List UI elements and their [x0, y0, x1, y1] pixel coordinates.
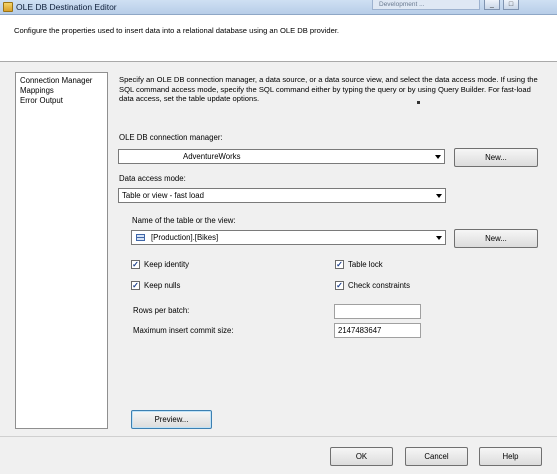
- table-lock-label: Table lock: [348, 260, 383, 269]
- max-commit-size-label: Maximum insert commit size:: [133, 326, 234, 335]
- cursor-marker: [417, 101, 420, 104]
- dropdown-arrow-icon: [435, 155, 441, 159]
- minimize-button[interactable]: _: [484, 0, 500, 10]
- connection-manager-label: OLE DB connection manager:: [119, 133, 223, 142]
- rows-per-batch-label: Rows per batch:: [133, 306, 190, 315]
- nav-item-mappings[interactable]: Mappings: [20, 86, 54, 95]
- keep-identity-label: Keep identity: [144, 260, 190, 269]
- keep-identity-checkbox[interactable]: ✓: [131, 260, 140, 269]
- table-icon: [136, 234, 145, 241]
- keep-nulls-checkbox[interactable]: ✓: [131, 281, 140, 290]
- max-commit-size-value: 2147483647: [338, 326, 382, 335]
- app-icon: [3, 2, 13, 12]
- page-navigation-list[interactable]: Connection Manager Mappings Error Output: [15, 72, 108, 429]
- preview-button[interactable]: Preview...: [131, 410, 212, 429]
- page-description: Specify an OLE DB connection manager, a …: [119, 75, 538, 104]
- access-mode-label: Data access mode:: [119, 174, 186, 183]
- new-table-button[interactable]: New...: [454, 229, 538, 248]
- keep-nulls-label: Keep nulls: [144, 281, 181, 290]
- table-name-dropdown[interactable]: [Production].[Bikes]: [131, 230, 446, 245]
- dialog-footer: [0, 437, 557, 474]
- header-description: Configure the properties used to insert …: [14, 26, 340, 35]
- nav-item-connection-manager[interactable]: Connection Manager: [20, 76, 92, 85]
- background-window-tab[interactable]: Development ...: [372, 0, 480, 10]
- dropdown-arrow-icon: [436, 236, 442, 240]
- table-name-label: Name of the table or the view:: [132, 216, 236, 225]
- connection-manager-value: AdventureWorks: [183, 152, 241, 161]
- rows-per-batch-input[interactable]: [334, 304, 421, 319]
- new-connection-button[interactable]: New...: [454, 148, 538, 167]
- dropdown-arrow-icon: [436, 194, 442, 198]
- table-name-value: [Production].[Bikes]: [151, 233, 219, 242]
- dialog-header: [0, 15, 557, 61]
- window-title: OLE DB Destination Editor: [16, 2, 117, 12]
- table-lock-checkbox[interactable]: ✓: [335, 260, 344, 269]
- ok-button[interactable]: OK: [330, 447, 393, 466]
- connection-manager-dropdown[interactable]: AdventureWorks: [118, 149, 445, 164]
- cancel-button[interactable]: Cancel: [405, 447, 468, 466]
- help-button[interactable]: Help: [479, 447, 542, 466]
- access-mode-value: Table or view - fast load: [122, 191, 204, 200]
- max-commit-size-input[interactable]: 2147483647: [334, 323, 421, 338]
- check-constraints-label: Check constraints: [348, 281, 410, 290]
- maximize-button[interactable]: □: [503, 0, 519, 10]
- check-constraints-checkbox[interactable]: ✓: [335, 281, 344, 290]
- access-mode-dropdown[interactable]: Table or view - fast load: [118, 188, 446, 203]
- nav-item-error-output[interactable]: Error Output: [20, 96, 63, 105]
